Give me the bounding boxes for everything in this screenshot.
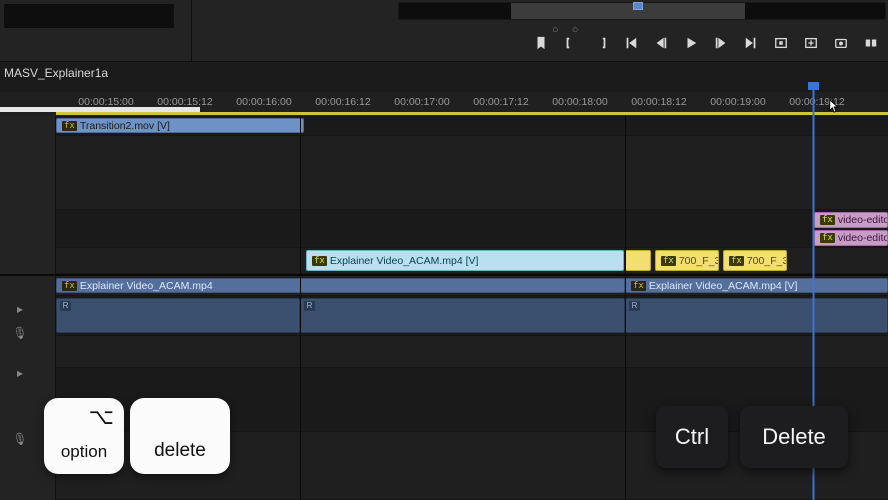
track-v1a[interactable]: fx Explainer Video_ACAM.mp4 [V] fx 700_F… (56, 248, 888, 274)
go-to-out-icon[interactable] (740, 32, 762, 54)
clip-pink-1[interactable]: fxvideo-editor-working- (814, 230, 888, 246)
clip-yellow-2[interactable]: fx 700_F_35 (723, 250, 787, 271)
r-badge: R (60, 301, 71, 311)
track-v1b[interactable]: fxvideo-editor-using-profxvideo-editor-w… (56, 210, 888, 248)
edit-cut-line (625, 116, 626, 500)
ruler-timecode: 00:00:18:12 (631, 96, 686, 108)
lift-icon[interactable] (800, 32, 822, 54)
fx-badge: fx (62, 121, 77, 131)
ruler-timecode: 00:00:17:00 (394, 96, 449, 108)
mic-icon[interactable]: 🎙 (10, 432, 30, 446)
clip-yellow-stub[interactable] (625, 250, 651, 271)
track-v3[interactable]: fx Transition2.mov [V] (56, 116, 888, 136)
fx-badge: fx (820, 215, 835, 225)
clip-yellow-1[interactable]: fx 700_F_35 (655, 250, 719, 271)
ruler-timecode: 00:00:19:12 (789, 96, 844, 108)
fx-badge: fx (661, 256, 676, 266)
clip-label: video-editor-using-pro (838, 214, 888, 226)
panel-top-right: ○ ○ (192, 0, 888, 62)
fx-badge: fx (62, 281, 77, 291)
transport-bar (530, 31, 882, 55)
clip-label: 700_F_35 (679, 255, 719, 267)
clip-explainer-blue-left[interactable]: fx Explainer Video_ACAM.mp4 (56, 278, 625, 293)
track-a1[interactable]: R R R (56, 296, 888, 336)
ruler-timecode: 00:00:16:00 (236, 96, 291, 108)
key-hint-delete-2: Delete (740, 406, 848, 468)
step-back-icon[interactable] (650, 32, 672, 54)
key-hint-ctrl: Ctrl (656, 406, 728, 468)
clip-label: Explainer Video_ACAM.mp4 (80, 280, 213, 292)
fx-badge: fx (312, 256, 327, 266)
ruler-timecode: 00:00:18:00 (552, 96, 607, 108)
clip-label: Explainer Video_ACAM.mp4 [V] (649, 280, 798, 292)
bracket-open-icon[interactable] (560, 32, 582, 54)
marker-icon[interactable] (530, 32, 552, 54)
r-badge: R (304, 301, 315, 311)
key-label: delete (154, 440, 206, 474)
panel-blank-slot (4, 4, 174, 28)
time-ruler[interactable]: 00:00:15:0000:00:15:1200:00:16:0000:00:1… (0, 92, 888, 116)
ruler-timecode: 00:00:17:12 (473, 96, 528, 108)
play-icon[interactable] (680, 32, 702, 54)
clip-transition[interactable]: fx Transition2.mov [V] (56, 118, 304, 133)
expand-track-icon[interactable]: ▸ (10, 366, 30, 380)
ripple-icon[interactable] (860, 32, 882, 54)
clip-label: Explainer Video_ACAM.mp4 [V] (330, 255, 479, 267)
clip-label: Transition2.mov [V] (80, 120, 170, 132)
clip-label: video-editor-working- (838, 232, 888, 244)
mic-icon[interactable]: 🎙 (10, 326, 30, 340)
key-hint-delete: delete (130, 398, 230, 474)
track-v2[interactable] (56, 136, 888, 210)
clip-audio-mid[interactable]: R (300, 298, 625, 333)
bracket-close-icon[interactable] (590, 32, 612, 54)
key-label: option (61, 442, 107, 474)
playhead-thumb-icon[interactable] (808, 82, 819, 90)
expand-track-icon[interactable]: ▸ (10, 302, 30, 316)
fx-badge: fx (820, 233, 835, 243)
clip-audio-right[interactable]: R (625, 298, 888, 333)
snapshot-icon[interactable] (830, 32, 852, 54)
fx-badge: fx (631, 281, 646, 291)
mini-timeline-thumb[interactable] (633, 2, 643, 10)
in-out-bar (56, 112, 888, 115)
ruler-timecode: 00:00:19:00 (710, 96, 765, 108)
key-hint-option: ⌥ option (44, 398, 124, 474)
sequence-tab[interactable]: MASV_Explainer1a (0, 63, 116, 85)
export-frame-icon[interactable] (770, 32, 792, 54)
track-a2[interactable] (56, 336, 888, 368)
option-glyph-icon: ⌥ (89, 404, 124, 430)
key-label: Ctrl (675, 424, 709, 450)
clip-explainer-cyan[interactable]: fx Explainer Video_ACAM.mp4 [V] (306, 250, 624, 271)
go-to-in-icon[interactable] (620, 32, 642, 54)
edit-cut-line (300, 116, 301, 500)
track-a0[interactable]: fx Explainer Video_ACAM.mp4 fx Explainer… (56, 276, 888, 296)
mini-timeline-progress (511, 3, 745, 19)
clip-explainer-blue-right[interactable]: fx Explainer Video_ACAM.mp4 [V] (625, 278, 888, 293)
fx-badge: fx (729, 256, 744, 266)
step-forward-icon[interactable] (710, 32, 732, 54)
clip-pink-0[interactable]: fxvideo-editor-using-pro (814, 212, 888, 228)
clip-audio-left[interactable]: R (56, 298, 300, 333)
r-badge: R (629, 301, 640, 311)
key-label: Delete (762, 424, 826, 450)
clip-label: 700_F_35 (747, 255, 787, 267)
panel-top-left (0, 0, 192, 62)
ruler-timecode: 00:00:16:12 (315, 96, 370, 108)
mini-timeline[interactable] (398, 2, 886, 20)
